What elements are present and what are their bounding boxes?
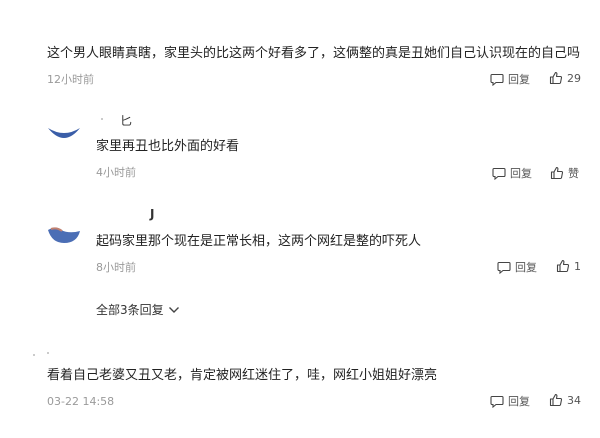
comment-time: 8小时前 — [96, 261, 136, 274]
reply-label: 回复 — [508, 73, 530, 86]
comment-text: 起码家里那个现在是正常长相，这两个网红是整的吓死人 — [96, 234, 422, 249]
avatar[interactable] — [47, 224, 81, 244]
comment-time: 4小时前 — [96, 166, 136, 179]
user-name: 匕 — [120, 114, 133, 128]
reply-label: 回复 — [508, 395, 530, 408]
thumbs-up-icon — [549, 393, 563, 407]
like-button[interactable]: 34 — [549, 393, 581, 407]
comment-text: 家里再丑也比外面的好看 — [96, 139, 240, 154]
reply-button[interactable]: 回复 — [497, 259, 537, 275]
avatar[interactable] — [47, 124, 81, 142]
expand-replies-button[interactable]: 全部3条回复 — [96, 301, 180, 318]
comment-text: 这个男人眼睛真瞎，家里头的比这两个好看多了，这俩整的真是丑她们自己认识现在的自己… — [47, 46, 581, 61]
like-label: 赞 — [568, 167, 579, 180]
reply-button[interactable]: 回复 — [490, 71, 530, 87]
like-count: 34 — [567, 393, 581, 407]
like-button[interactable]: 29 — [549, 71, 581, 85]
comment-bubble-icon — [492, 167, 506, 180]
name-dot — [101, 118, 103, 120]
thumbs-up-icon — [556, 259, 570, 273]
comment-feed: 这个男人眼睛真瞎，家里头的比这两个好看多了，这俩整的真是丑她们自己认识现在的自己… — [0, 0, 600, 438]
comment-bubble-icon — [490, 395, 504, 408]
comment-time: 12小时前 — [47, 73, 94, 86]
like-count: 1 — [574, 259, 581, 273]
expand-replies-label: 全部3条回复 — [96, 303, 164, 317]
comment-bubble-icon — [490, 73, 504, 86]
name-dot — [47, 352, 49, 354]
avatar[interactable] — [52, 432, 74, 438]
like-count: 29 — [567, 71, 581, 85]
chevron-down-icon — [168, 306, 179, 313]
reply-label: 回复 — [510, 167, 532, 180]
comment-bubble-icon — [497, 261, 511, 274]
like-button[interactable]: 赞 — [550, 165, 579, 181]
comment-time: 03-22 14:58 — [47, 395, 115, 408]
reply-button[interactable]: 回复 — [492, 165, 532, 181]
thumbs-up-icon — [549, 71, 563, 85]
user-name: J — [150, 207, 155, 221]
reply-label: 回复 — [515, 261, 537, 274]
comment-text: 看着自己老婆又丑又老，肯定被网红迷住了，哇，网红小姐姐好漂亮 — [47, 368, 438, 383]
thumbs-up-icon — [550, 166, 564, 180]
like-button[interactable]: 1 — [556, 259, 581, 273]
name-dot — [33, 354, 35, 356]
reply-button[interactable]: 回复 — [490, 393, 530, 409]
